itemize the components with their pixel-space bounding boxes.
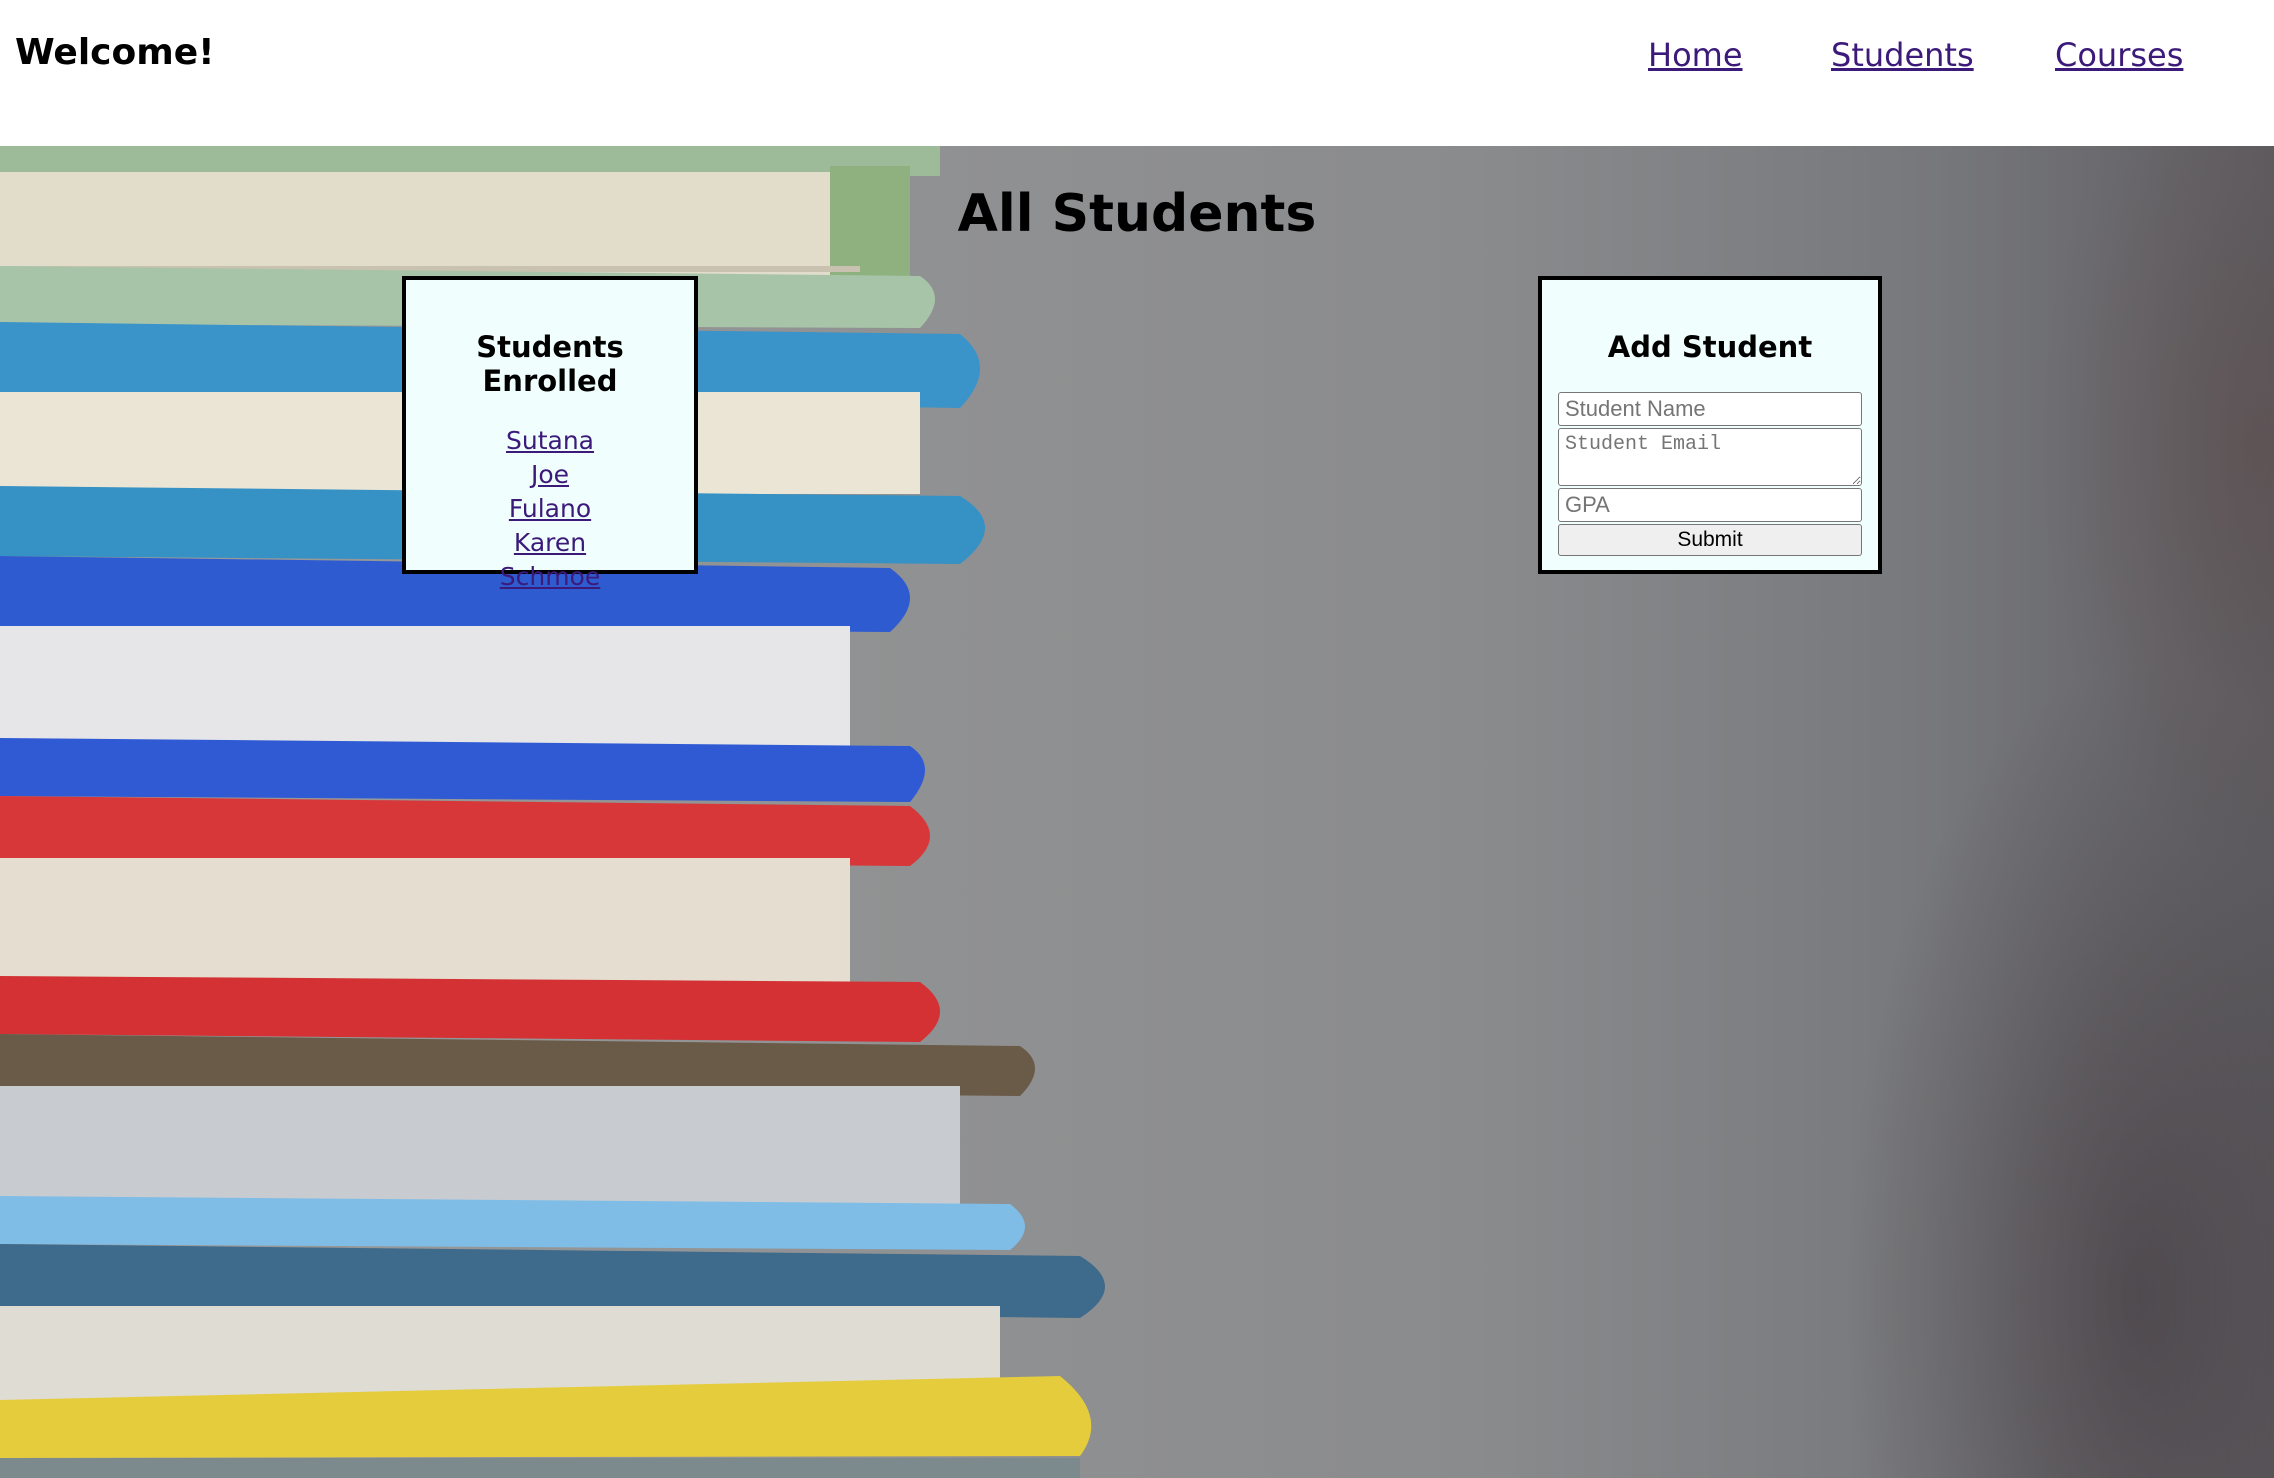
add-student-card: Add Student Submit (1538, 276, 1882, 574)
top-navbar: Welcome! Home Students Courses (0, 0, 2274, 146)
student-link[interactable]: Joe (531, 460, 569, 489)
student-link[interactable]: Sutana (506, 426, 594, 455)
student-email-textarea[interactable] (1558, 428, 1862, 486)
students-enrolled-title: Students Enrolled (476, 330, 624, 398)
submit-button[interactable]: Submit (1558, 524, 1862, 556)
student-name-input[interactable] (1558, 392, 1862, 426)
books-background-image (0, 146, 2274, 1478)
list-item: Joe (406, 460, 694, 494)
add-student-title: Add Student (1607, 330, 1813, 364)
list-item: Schmoe (406, 562, 694, 596)
student-link[interactable]: Schmoe (500, 562, 601, 591)
nav-link-home[interactable]: Home (1648, 36, 1743, 74)
student-link[interactable]: Fulano (509, 494, 591, 523)
list-item: Fulano (406, 494, 694, 528)
list-item: Sutana (406, 426, 694, 460)
nav-link-students[interactable]: Students (1831, 36, 1974, 74)
welcome-heading: Welcome! (15, 32, 215, 73)
nav-link-courses[interactable]: Courses (2055, 36, 2183, 74)
student-list: Sutana Joe Fulano Karen Schmoe (406, 426, 694, 596)
page-title: All Students (957, 184, 1317, 244)
students-enrolled-card: Students Enrolled Sutana Joe Fulano Kare… (402, 276, 698, 591)
add-student-form: Submit (1558, 392, 1862, 556)
student-link[interactable]: Karen (514, 528, 586, 557)
gpa-input[interactable] (1558, 488, 1862, 522)
list-item: Karen (406, 528, 694, 562)
